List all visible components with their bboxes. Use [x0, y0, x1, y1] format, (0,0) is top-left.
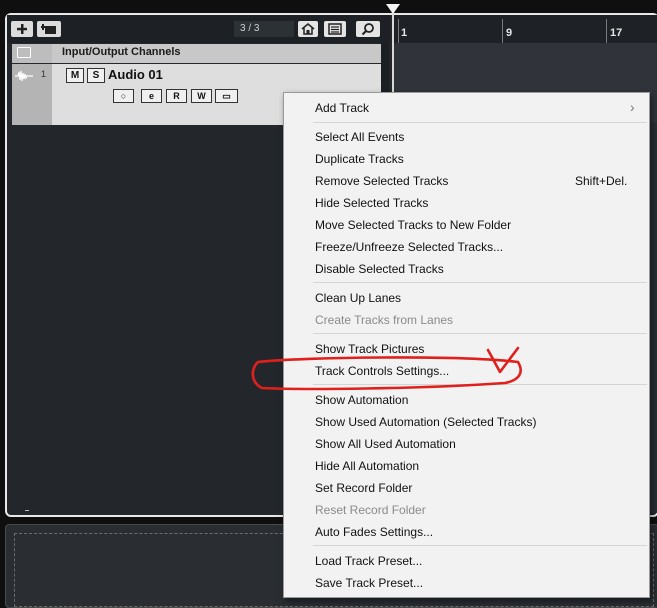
home-button[interactable] [298, 21, 318, 37]
waveform-icon [15, 70, 33, 82]
submenu-arrow-icon: › [630, 99, 635, 115]
track-name[interactable]: Audio 01 [108, 67, 163, 82]
menu-item-hide-all-automation[interactable]: Hide All Automation [315, 459, 419, 473]
menu-separator [313, 282, 647, 283]
folder-icon [17, 47, 31, 58]
folder-track-title: Input/Output Channels [62, 46, 181, 58]
ruler-marker-9: 9 [506, 27, 513, 39]
ruler-tick [502, 19, 503, 43]
list-icon [328, 23, 342, 35]
menu-separator [313, 545, 647, 546]
status-dash [25, 510, 29, 511]
menu-item-track-controls-settings[interactable]: Track Controls Settings... [315, 364, 449, 378]
show-lanes-button[interactable]: ▭ [215, 89, 238, 103]
ruler[interactable]: 1 9 17 [392, 15, 657, 43]
monitor-button[interactable]: ○ [113, 89, 134, 103]
edit-channel-button[interactable]: e [141, 89, 162, 103]
project-cursor-head[interactable] [386, 4, 400, 14]
audio-track-gutter: 1 [12, 64, 52, 125]
add-track-button[interactable] [11, 21, 33, 37]
menu-separator [313, 384, 647, 385]
menu-item-duplicate-tracks[interactable]: Duplicate Tracks [315, 152, 404, 166]
add-track-type-button[interactable] [37, 21, 61, 37]
menu-item-create-tracks-from-lanes: Create Tracks from Lanes [315, 313, 454, 327]
read-automation-button[interactable]: R [166, 89, 187, 103]
write-automation-button[interactable]: W [191, 89, 212, 103]
track-context-menu: Add Track › Select All Events Duplicate … [283, 92, 650, 598]
menu-item-hide-selected-tracks[interactable]: Hide Selected Tracks [315, 196, 428, 210]
menu-item-disable-selected-tracks[interactable]: Disable Selected Tracks [315, 262, 444, 276]
menu-item-clean-up-lanes[interactable]: Clean Up Lanes [315, 291, 401, 305]
ruler-tick [398, 19, 399, 43]
mute-button[interactable]: M [66, 68, 84, 83]
menu-item-save-track-preset[interactable]: Save Track Preset... [315, 576, 423, 590]
folder-track-gutter [12, 44, 52, 63]
menu-item-load-track-preset[interactable]: Load Track Preset... [315, 554, 422, 568]
menu-separator [313, 122, 647, 123]
search-icon [361, 23, 374, 36]
ruler-marker-1: 1 [401, 27, 408, 39]
menu-separator [313, 333, 647, 334]
track-number: 1 [41, 69, 47, 79]
folder-track[interactable]: Input/Output Channels [12, 44, 381, 63]
menu-item-reset-record-folder: Reset Record Folder [315, 503, 426, 517]
search-button[interactable] [356, 21, 380, 37]
track-list-toolbar: 3 / 3 [7, 15, 390, 43]
menu-item-remove-selected-tracks[interactable]: Remove Selected Tracks [315, 174, 448, 188]
home-icon [301, 23, 315, 35]
menu-item-select-all-events[interactable]: Select All Events [315, 130, 404, 144]
menu-item-show-track-pictures[interactable]: Show Track Pictures [315, 342, 424, 356]
shortcut-remove-tracks: Shift+Del. [575, 174, 628, 188]
visible-track-count: 3 / 3 [234, 21, 294, 37]
menu-item-freeze-unfreeze[interactable]: Freeze/Unfreeze Selected Tracks... [315, 240, 503, 254]
add-track-type-icon [40, 24, 56, 34]
menu-item-auto-fades-settings[interactable]: Auto Fades Settings... [315, 525, 433, 539]
ruler-marker-17: 17 [610, 27, 623, 39]
track-list-button[interactable] [324, 21, 346, 37]
menu-item-set-record-folder[interactable]: Set Record Folder [315, 481, 412, 495]
menu-item-show-all-used-automation[interactable]: Show All Used Automation [315, 437, 456, 451]
menu-item-move-to-new-folder[interactable]: Move Selected Tracks to New Folder [315, 218, 511, 232]
menu-item-show-automation[interactable]: Show Automation [315, 393, 408, 407]
menu-item-add-track[interactable]: Add Track [315, 101, 369, 115]
menu-item-show-used-automation-selected[interactable]: Show Used Automation (Selected Tracks) [315, 415, 536, 429]
plus-icon [17, 24, 27, 34]
solo-button[interactable]: S [87, 68, 105, 83]
ruler-tick [606, 19, 607, 43]
